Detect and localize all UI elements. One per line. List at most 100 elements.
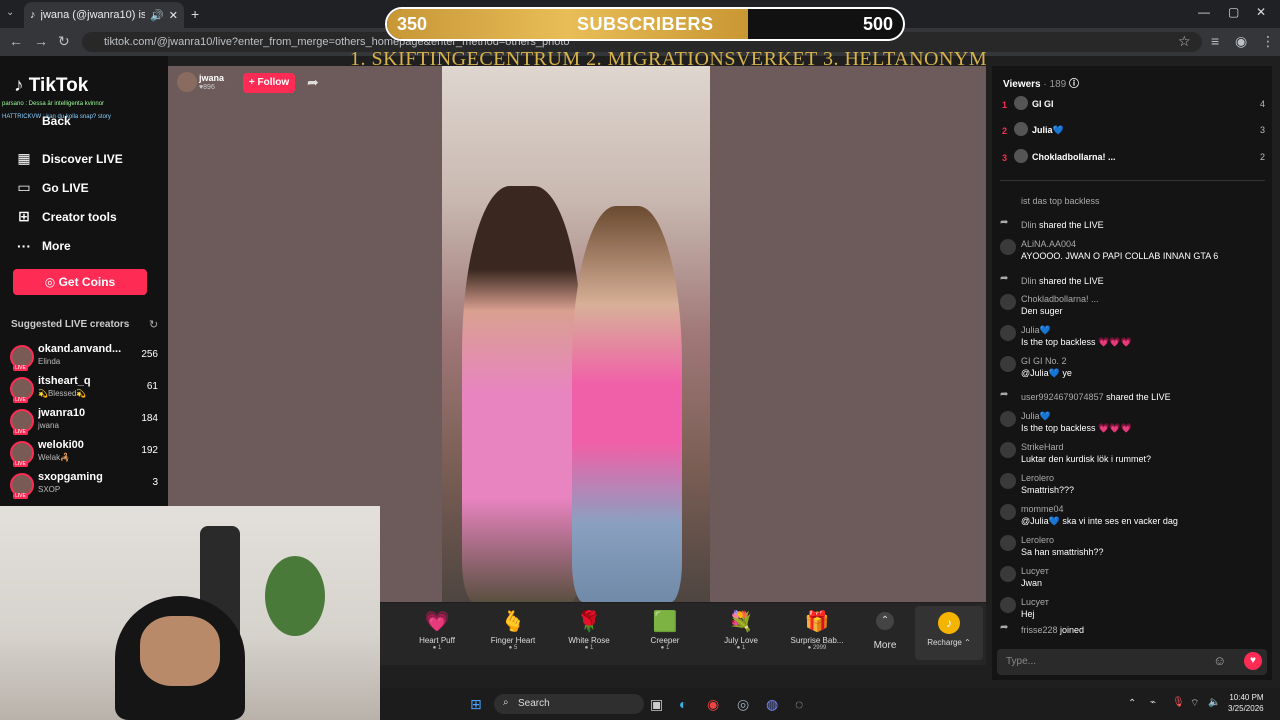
chat-message[interactable]: momme04 @Julia💙 ska vi inte ses en vacker… [1000, 503, 1258, 529]
chat-message[interactable]: Julia💙 Is the top backless 💗💗💗 [1000, 324, 1258, 350]
calendar-icon: ▦ [17, 150, 31, 166]
chat-username[interactable]: frisse228 [1021, 625, 1058, 635]
steam-icon[interactable]: ◎ [737, 696, 749, 713]
share-icon[interactable]: ➦ [307, 74, 319, 91]
chat-username[interactable]: Lerolero [1021, 534, 1054, 546]
chat-username[interactable]: GI GI No. 2 [1021, 355, 1067, 367]
gift-item[interactable]: 🫰 Finger Heart ● 5 [481, 608, 545, 651]
streamer-face [140, 616, 220, 686]
ranking-row[interactable]: 1 GI GI 4 [1000, 96, 1265, 118]
taskbar-search[interactable]: Search [494, 694, 644, 714]
minimize-button[interactable]: — [1198, 5, 1210, 19]
chat-username[interactable]: Lerolero [1021, 472, 1054, 484]
chat-message[interactable]: GI GI No. 2 @Julia💙 ye [1000, 355, 1258, 381]
chat-username[interactable]: Julia💙 [1021, 410, 1051, 422]
chat-system-message[interactable]: ➦ frisse228 joined [1000, 621, 1258, 647]
forward-arrow-icon[interactable]: → [34, 33, 48, 49]
app-icon[interactable]: ◌ [795, 696, 803, 712]
creator-item[interactable]: LIVE itsheart_q 💫Blessed💫 61 [10, 375, 160, 405]
sidebar-item-go-live[interactable]: ▭ Go LIVE [16, 179, 88, 196]
tab-title: jwana (@jwanra10) is LIVE [40, 9, 146, 21]
windows-start-icon[interactable]: ⊞ [470, 696, 482, 713]
chat-message[interactable]: Lucyет Hej [1000, 596, 1258, 622]
creator-item[interactable]: LIVE okand.anvand... Elinda 256 [10, 343, 160, 373]
chat-message[interactable]: ALiNA.AA004 AYOOOO. JWAN O PAPI COLLAB IN… [1000, 238, 1258, 264]
live-video[interactable] [442, 66, 710, 602]
tiktok-logo[interactable]: ♪ TikTok [14, 75, 88, 97]
creator-item[interactable]: LIVE weloki00 Welak🦂 192 [10, 439, 160, 469]
chat-text: @Julia💙 ska vi inte ses en vacker dag [1021, 516, 1178, 526]
emoji-icon[interactable]: ☺ [1213, 653, 1226, 668]
volume-icon[interactable]: 🔈 [1208, 697, 1220, 708]
share-icon: ➦ [1000, 389, 1009, 400]
tab-close-icon[interactable]: ✕ [169, 9, 178, 22]
creator-item[interactable]: LIVE sxopgaming SXOP 3 [10, 471, 160, 501]
gift-item[interactable]: 💐 July Love ● 1 [709, 608, 773, 651]
close-window-button[interactable]: ✕ [1256, 5, 1266, 19]
ranking-row[interactable]: 3 Chokladbollarna! ... 2 [1000, 149, 1265, 171]
chat-input[interactable]: Type... [997, 649, 1267, 675]
chat-message[interactable]: StrikeHard Luktar den kurdisk lök i rumme… [1000, 441, 1258, 467]
suggested-creators-heading: Suggested LIVE creators [11, 319, 130, 330]
gift-item[interactable]: 🌹 White Rose ● 1 [557, 608, 621, 651]
chat-username[interactable]: Lucyет [1021, 565, 1049, 577]
chat-username[interactable]: ALiNA.AA004 [1021, 238, 1076, 250]
browser-tab[interactable]: ♪ jwana (@jwanra10) is LIVE 🔊 ✕ [24, 2, 184, 28]
task-view-icon[interactable]: ▣ [650, 696, 663, 713]
microphone-icon[interactable]: 🎙 [1172, 697, 1185, 708]
network-icon[interactable]: ⌁ [1150, 697, 1156, 708]
avatar [1014, 96, 1028, 110]
chat-message[interactable]: Lerolero Smattrish??? [1000, 472, 1258, 498]
chat-username[interactable]: Chokladbollarna! ... [1021, 293, 1099, 305]
new-tab-button[interactable]: + [191, 6, 199, 22]
like-heart-button[interactable]: ♥ [1244, 652, 1262, 670]
chat-message[interactable]: Julia💙 Is the top backless 💗💗💗 [1000, 410, 1258, 436]
reload-icon[interactable]: ↻ [58, 33, 70, 50]
maximize-button[interactable]: ▢ [1228, 5, 1239, 19]
follow-button[interactable]: + Follow [243, 73, 295, 93]
chat-text: Is the top backless 💗💗💗 [1021, 423, 1132, 433]
tray-chevron-icon[interactable]: ⌃ [1128, 698, 1136, 709]
tab-audio-icon[interactable]: 🔊 [150, 9, 164, 22]
chat-system-text: user9924679074857 shared the LIVE [1021, 391, 1171, 403]
chrome-icon[interactable]: ◉ [707, 696, 719, 713]
more-gifts-button[interactable]: ⌃ More [870, 612, 900, 651]
gift-item[interactable]: 💗 Heart Puff ● 1 [405, 608, 469, 651]
chat-username[interactable]: Lucyет [1021, 596, 1049, 608]
wifi-icon[interactable]: ⌔ [1190, 697, 1199, 710]
bookmark-star-icon[interactable]: ☆ [1178, 33, 1191, 50]
refresh-icon[interactable]: ↻ [149, 318, 158, 331]
creator-item[interactable]: LIVE jwanra10 jwana 184 [10, 407, 160, 437]
gift-item[interactable]: 🟩 Creeper ● 1 [633, 608, 697, 651]
chat-text: shared the LIVE [1039, 220, 1104, 230]
profile-icon[interactable]: ◉ [1235, 33, 1247, 50]
edge-icon[interactable]: ◐ [679, 696, 687, 712]
avatar [1000, 566, 1016, 582]
taskbar-clock[interactable]: 10:40 PM 3/25/2026 [1228, 692, 1264, 714]
chat-username[interactable]: Dlin [1021, 276, 1037, 286]
plant [265, 556, 325, 636]
overlay-ticker: 1. SKIFTINGECENTRUM 2. MIGRATIONSVERKET … [350, 48, 988, 70]
sidebar-item-creator-tools[interactable]: ⊞ Creator tools [16, 208, 117, 225]
ranking-row[interactable]: 2 Julia💙 3 [1000, 122, 1265, 144]
avatar [1000, 294, 1016, 310]
avatar: LIVE [10, 473, 34, 499]
get-coins-button[interactable]: ◎ Get Coins [13, 269, 147, 295]
gift-item[interactable]: 🎁 Surprise Bab... ● 2999 [785, 608, 849, 651]
browser-menu-icon[interactable]: ⋮ [1261, 33, 1275, 50]
back-arrow-icon[interactable]: ← [9, 33, 23, 49]
sidebar-item-more[interactable]: ··· More [16, 238, 71, 254]
chat-username[interactable]: user9924679074857 [1021, 392, 1104, 402]
chat-username[interactable]: Dlin [1021, 220, 1037, 230]
sidebar-item-discover-live[interactable]: ▦ Discover LIVE [16, 150, 122, 167]
chat-username[interactable]: StrikeHard [1021, 441, 1064, 453]
chat-username[interactable]: Julia💙 [1021, 324, 1051, 336]
chat-username[interactable]: momme04 [1021, 503, 1064, 515]
chat-message[interactable]: Lerolero Sa han smattrishh?? [1000, 534, 1258, 560]
chat-message[interactable]: Chokladbollarna! ... Den suger [1000, 293, 1258, 319]
reading-list-icon[interactable]: ≡ [1211, 33, 1219, 49]
recharge-button[interactable]: ♪ Recharge ⌃ [915, 606, 983, 660]
discord-icon[interactable]: ◍ [766, 696, 778, 713]
tab-list-icon[interactable]: ⌄ [6, 7, 14, 18]
chat-message[interactable]: Lucyет Jwan [1000, 565, 1258, 591]
